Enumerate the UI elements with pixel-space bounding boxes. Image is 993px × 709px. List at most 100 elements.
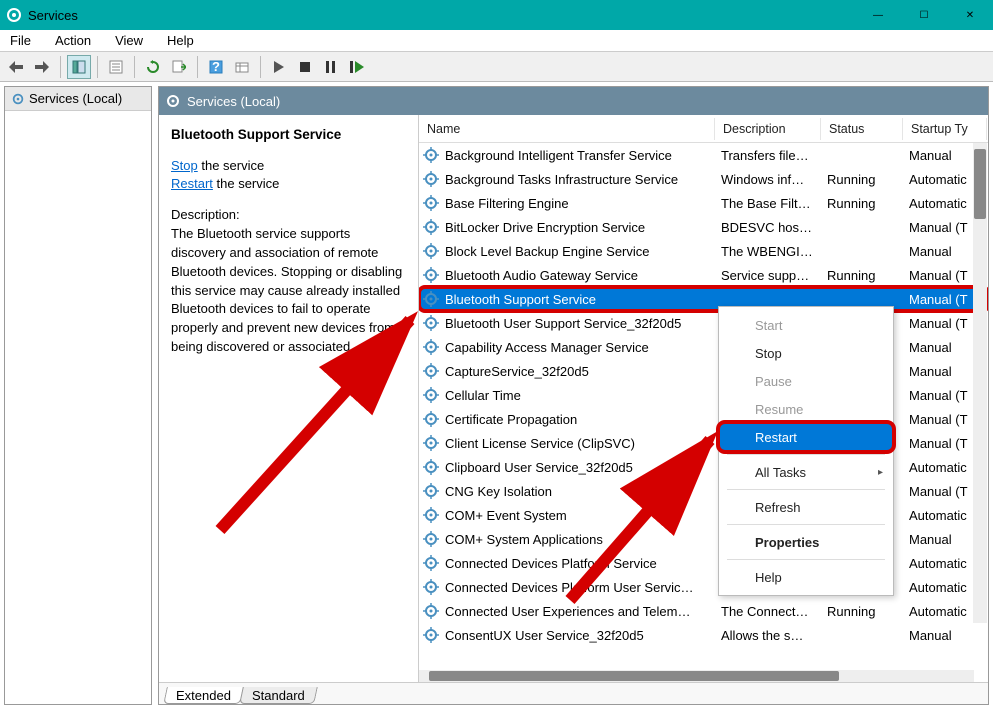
menu-action[interactable]: Action [51, 31, 95, 50]
service-row[interactable]: Connected User Experiences and Telem…The… [419, 599, 988, 623]
window-title: Services [28, 8, 78, 23]
service-row[interactable]: Certificate PropagationManual (T [419, 407, 988, 431]
service-row[interactable]: COM+ System ApplicationsManual [419, 527, 988, 551]
service-row[interactable]: Bluetooth Support ServiceManual (T [419, 287, 988, 311]
gear-icon [423, 387, 439, 403]
close-button[interactable]: ✕ [947, 0, 993, 30]
console-tree[interactable]: Services (Local) [4, 86, 152, 705]
context-all-tasks[interactable]: All Tasks▸ [719, 458, 893, 486]
help-button[interactable]: ? [204, 55, 228, 79]
context-menu: Start Stop Pause Resume Restart All Task… [718, 306, 894, 596]
stop-suffix: the service [198, 158, 264, 173]
service-row[interactable]: Connected Devices Platform ServiceAutoma… [419, 551, 988, 575]
refresh-button[interactable] [141, 55, 165, 79]
service-name: CaptureService_32f20d5 [439, 364, 715, 379]
forward-button[interactable] [30, 55, 54, 79]
gear-icon [423, 339, 439, 355]
vertical-scrollbar[interactable] [973, 143, 987, 623]
service-row[interactable]: Connected Devices Platform User Servic…A… [419, 575, 988, 599]
service-row[interactable]: Background Tasks Infrastructure ServiceW… [419, 167, 988, 191]
maximize-button[interactable]: ☐ [901, 0, 947, 30]
service-description: The Connect… [715, 604, 821, 619]
service-row[interactable]: BitLocker Drive Encryption ServiceBDESVC… [419, 215, 988, 239]
service-row[interactable]: Capability Access Manager ServiceManual [419, 335, 988, 359]
gear-icon [423, 507, 439, 523]
scroll-thumb[interactable] [974, 149, 986, 219]
service-name: Background Intelligent Transfer Service [439, 148, 715, 163]
gear-icon [423, 579, 439, 595]
service-row[interactable]: ConsentUX User Service_32f20d5Allows the… [419, 623, 988, 647]
col-startup-type[interactable]: Startup Ty [903, 118, 987, 140]
restart-service-link[interactable]: Restart [171, 176, 213, 191]
context-help[interactable]: Help [719, 563, 893, 591]
gear-icon [423, 435, 439, 451]
service-startup-type: Manual [903, 628, 987, 643]
title-bar: Services — ☐ ✕ [0, 0, 993, 30]
col-status[interactable]: Status [821, 118, 903, 140]
service-row[interactable]: CaptureService_32f20d5Manual [419, 359, 988, 383]
gear-icon [423, 243, 439, 259]
context-restart[interactable]: Restart [719, 423, 893, 451]
service-name: Capability Access Manager Service [439, 340, 715, 355]
view-columns-button[interactable] [230, 55, 254, 79]
gear-icon [423, 483, 439, 499]
context-resume: Resume [719, 395, 893, 423]
gear-icon [11, 92, 25, 106]
gear-icon [423, 291, 439, 307]
col-name[interactable]: Name [419, 118, 715, 140]
menu-file[interactable]: File [6, 31, 35, 50]
export-button[interactable] [167, 55, 191, 79]
service-description: BDESVC hos… [715, 220, 821, 235]
service-row[interactable]: Bluetooth Audio Gateway ServiceService s… [419, 263, 988, 287]
column-headers: Name Description Status Startup Ty [419, 115, 988, 143]
service-name: BitLocker Drive Encryption Service [439, 220, 715, 235]
scroll-thumb[interactable] [429, 671, 839, 681]
service-row[interactable]: COM+ Event SystemAutomatic [419, 503, 988, 527]
service-row[interactable]: CNG Key IsolationManual (T [419, 479, 988, 503]
menu-help[interactable]: Help [163, 31, 198, 50]
properties-button[interactable] [104, 55, 128, 79]
service-name: Bluetooth User Support Service_32f20d5 [439, 316, 715, 331]
tab-standard[interactable]: Standard [239, 687, 317, 704]
restart-service-button[interactable] [345, 55, 369, 79]
service-row[interactable]: Cellular TimeManual (T [419, 383, 988, 407]
gear-icon [423, 171, 439, 187]
service-row[interactable]: Client License Service (ClipSVC)Manual (… [419, 431, 988, 455]
tree-item-services-local[interactable]: Services (Local) [5, 87, 151, 111]
start-service-button[interactable] [267, 55, 291, 79]
service-name: Block Level Backup Engine Service [439, 244, 715, 259]
service-row[interactable]: Clipboard User Service_32f20d5Automatic [419, 455, 988, 479]
col-description[interactable]: Description [715, 118, 821, 140]
service-status: Running [821, 268, 903, 283]
service-row[interactable]: Base Filtering EngineThe Base Filt…Runni… [419, 191, 988, 215]
menu-view[interactable]: View [111, 31, 147, 50]
chevron-right-icon: ▸ [878, 467, 883, 478]
description-text: The Bluetooth service supports discovery… [171, 225, 406, 357]
services-list[interactable]: Name Description Status Startup Ty Backg… [419, 115, 988, 682]
tab-extended[interactable]: Extended [163, 687, 244, 704]
stop-service-link[interactable]: Stop [171, 158, 198, 173]
svg-text:?: ? [212, 60, 220, 74]
horizontal-scrollbar[interactable] [419, 670, 974, 682]
context-stop[interactable]: Stop [719, 339, 893, 367]
context-refresh[interactable]: Refresh [719, 493, 893, 521]
service-status: Running [821, 604, 903, 619]
minimize-button[interactable]: — [855, 0, 901, 30]
service-row[interactable]: Bluetooth User Support Service_32f20d5Ma… [419, 311, 988, 335]
service-row[interactable]: Block Level Backup Engine ServiceThe WBE… [419, 239, 988, 263]
service-name: Client License Service (ClipSVC) [439, 436, 715, 451]
service-status: Running [821, 172, 903, 187]
service-name: Cellular Time [439, 388, 715, 403]
context-properties[interactable]: Properties [719, 528, 893, 556]
service-detail-panel: Bluetooth Support Service Stop the servi… [159, 115, 419, 682]
service-name: Certificate Propagation [439, 412, 715, 427]
pause-service-button[interactable] [319, 55, 343, 79]
tree-item-label: Services (Local) [29, 91, 122, 106]
back-button[interactable] [4, 55, 28, 79]
pane-header: Services (Local) [159, 87, 988, 115]
service-row[interactable]: Background Intelligent Transfer ServiceT… [419, 143, 988, 167]
service-name: Connected Devices Platform Service [439, 556, 715, 571]
stop-service-button[interactable] [293, 55, 317, 79]
service-description: The WBENGI… [715, 244, 821, 259]
show-tree-button[interactable] [67, 55, 91, 79]
